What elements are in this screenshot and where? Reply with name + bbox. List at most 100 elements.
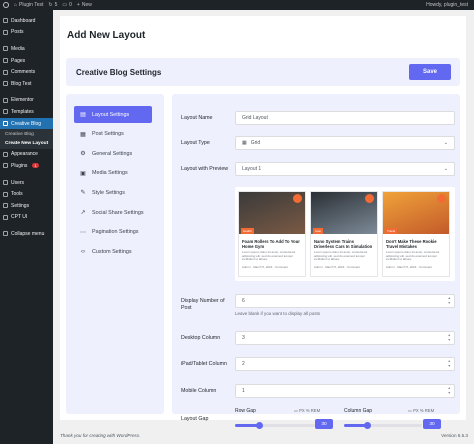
layout-preview-value: Layout 1 [242, 166, 262, 172]
row-gap-units[interactable]: ▭ PX % REM [294, 408, 320, 413]
layout-name-input[interactable]: Grid Layout [235, 111, 455, 125]
tab-label: Media Settings [92, 170, 128, 177]
date-badge [437, 194, 446, 203]
tab-layout-settings[interactable]: ▤ Layout Settings [74, 106, 152, 123]
submenu-creative-blog[interactable]: Creative Blog [0, 129, 53, 139]
sidebar-item-appearance[interactable]: Appearance [0, 149, 53, 161]
column-gap-units[interactable]: ▭ PX % REM [408, 408, 434, 413]
post-excerpt: Lorem ipsum dolor sit amet, consectetur … [314, 250, 368, 262]
number-spinner-icon[interactable]: ▲ ▼ [448, 333, 451, 343]
sidebar-item-media[interactable]: Media [0, 43, 53, 55]
new-content-link[interactable]: + New [77, 2, 92, 8]
submenu-create-new-layout[interactable]: Create New Layout [0, 139, 53, 149]
updates-count: 5 [54, 2, 58, 8]
post-thumbnail: Auto [311, 192, 377, 234]
sidebar-item-posts[interactable]: Posts [0, 27, 53, 39]
tab-post-settings[interactable]: ▦ Post Settings [74, 126, 152, 143]
dashboard-icon [3, 18, 8, 24]
sidebar-item-blog-test[interactable]: Blog Test [0, 78, 53, 90]
sidebar-item-label: Comments [11, 69, 36, 76]
sidebar-item-label: Plugins [11, 162, 28, 169]
column-gap-slider-handle[interactable] [363, 422, 371, 429]
sidebar-item-label: Elementor [11, 97, 34, 104]
row-gap-slider[interactable] [235, 422, 315, 429]
display-number-label: Display Number of Post [181, 298, 225, 311]
number-spinner-icon[interactable]: ▲ ▼ [448, 296, 451, 306]
row-gap-slider-handle[interactable] [255, 422, 263, 429]
tab-pagination-settings[interactable]: ⋯ Pagination Settings [74, 224, 152, 241]
tab-general-settings[interactable]: ⚙ General Settings [74, 145, 152, 162]
layout-name-label: Layout Name [181, 115, 213, 121]
mobile-column-input[interactable]: 1 ▲ ▼ [235, 384, 455, 398]
sidebar-item-cpt-ui[interactable]: CPT UI [0, 212, 53, 224]
display-number-hint: Leave blank if you want to display all p… [235, 311, 321, 316]
column-gap-value[interactable]: 30 [423, 419, 441, 429]
sidebar-item-templates[interactable]: Templates [0, 106, 53, 118]
tab-style-settings[interactable]: ✎ Style Settings [74, 184, 152, 201]
layout-type-label: Layout Type [181, 140, 210, 146]
sidebar-item-pages[interactable]: Pages [0, 55, 53, 67]
save-button[interactable]: Save [409, 64, 451, 80]
display-number-input[interactable]: 6 ▲ ▼ [235, 294, 455, 308]
sidebar-item-label: Appearance [11, 151, 38, 158]
mobile-column-label: Mobile Column [181, 388, 217, 394]
post-meta-item: Comment [347, 264, 361, 269]
sidebar-item-users[interactable]: Users [0, 177, 53, 189]
plugin-icon [3, 163, 8, 169]
tab-social-share-settings[interactable]: ↗ Social Share Settings [74, 204, 152, 221]
sidebar-item-tools[interactable]: Tools [0, 188, 53, 200]
updates-link[interactable]: ↻ 5 [48, 2, 57, 8]
creative-blog-submenu: Creative Blog Create New Layout [0, 129, 53, 149]
main-content: Add New Layout Creative Blog Settings Sa… [60, 16, 466, 429]
layout-gap-label: Layout Gap [181, 416, 209, 422]
layout-icon: ▤ [80, 112, 86, 118]
sidebar-item-plugins[interactable]: Plugins 1 [0, 160, 53, 172]
sidebar-item-label: Pages [11, 57, 26, 64]
grid-icon: ▦ [242, 140, 247, 146]
comments-count: 0 [69, 2, 72, 8]
post-meta-item: March 5, 2024 [397, 264, 417, 269]
sidebar-item-elementor[interactable]: Elementor [0, 95, 53, 107]
sidebar-item-settings[interactable]: Settings [0, 200, 53, 212]
column-gap-label: Column Gap [344, 408, 373, 414]
tablet-column-label: iPad/Tablet Column [181, 361, 227, 367]
post-excerpt: Lorem ipsum dolor sit amet, consectetur … [386, 250, 440, 262]
pin-icon [3, 81, 8, 87]
account-menu[interactable]: Howdy, plugin_test [426, 2, 468, 8]
comment-icon [3, 69, 8, 75]
sidebar-item-comments[interactable]: Comments [0, 66, 53, 78]
tab-media-settings[interactable]: ▣ Media Settings [74, 165, 152, 182]
tab-label: Social Share Settings [92, 209, 144, 216]
row-gap-value[interactable]: 30 [315, 419, 333, 429]
layout-preview-select[interactable]: Layout 1 ⌄ [235, 162, 455, 176]
preview-card: Health Foam Rollers To Add To Your Home G… [238, 191, 306, 277]
tab-label: General Settings [92, 150, 133, 157]
site-name-link[interactable]: ⌂ Plugin Test [14, 2, 43, 8]
collapse-icon [3, 231, 8, 237]
desktop-column-input[interactable]: 3 ▲ ▼ [235, 331, 455, 345]
post-meta-item: Comment [275, 264, 289, 269]
update-count-badge: 1 [32, 163, 39, 169]
post-meta-item: Admin [386, 264, 395, 269]
desktop-column-value: 3 [242, 335, 245, 341]
number-spinner-icon[interactable]: ▲ ▼ [448, 386, 451, 396]
greeting: Howdy, plugin_test [426, 2, 468, 8]
settings-tabs: ▤ Layout Settings ▦ Post Settings ⚙ General S… [66, 94, 164, 414]
post-meta: Admin · March 5, 2024 · Comment [386, 264, 433, 269]
post-meta: Admin · March 5, 2024 · Comment [314, 264, 361, 269]
number-spinner-icon[interactable]: ▲ ▼ [448, 359, 451, 369]
wordpress-logo-icon[interactable] [3, 2, 9, 8]
sidebar-item-dashboard[interactable]: Dashboard [0, 15, 53, 27]
comments-link[interactable]: ▭ 0 [62, 2, 72, 8]
sidebar-item-collapse-menu[interactable]: Collapse menu [0, 228, 53, 240]
sidebar-item-creative-blog[interactable]: Creative Blog [0, 117, 53, 130]
layout-type-select[interactable]: ▦ Grid ⌄ [235, 136, 455, 150]
column-gap-slider[interactable] [344, 422, 422, 429]
sidebar-item-label: Posts [11, 29, 24, 36]
preview-card: Auto Nano System Trains Driverless Cars I… [310, 191, 378, 277]
post-title: Nano System Trains Driverless Cars In Si… [314, 239, 373, 249]
sidebar-item-label: Templates [11, 108, 34, 115]
layout-type-value: Grid [250, 140, 261, 146]
tablet-column-input[interactable]: 2 ▲ ▼ [235, 357, 455, 371]
tab-custom-settings[interactable]: ‹› Custom Settings [74, 243, 152, 260]
